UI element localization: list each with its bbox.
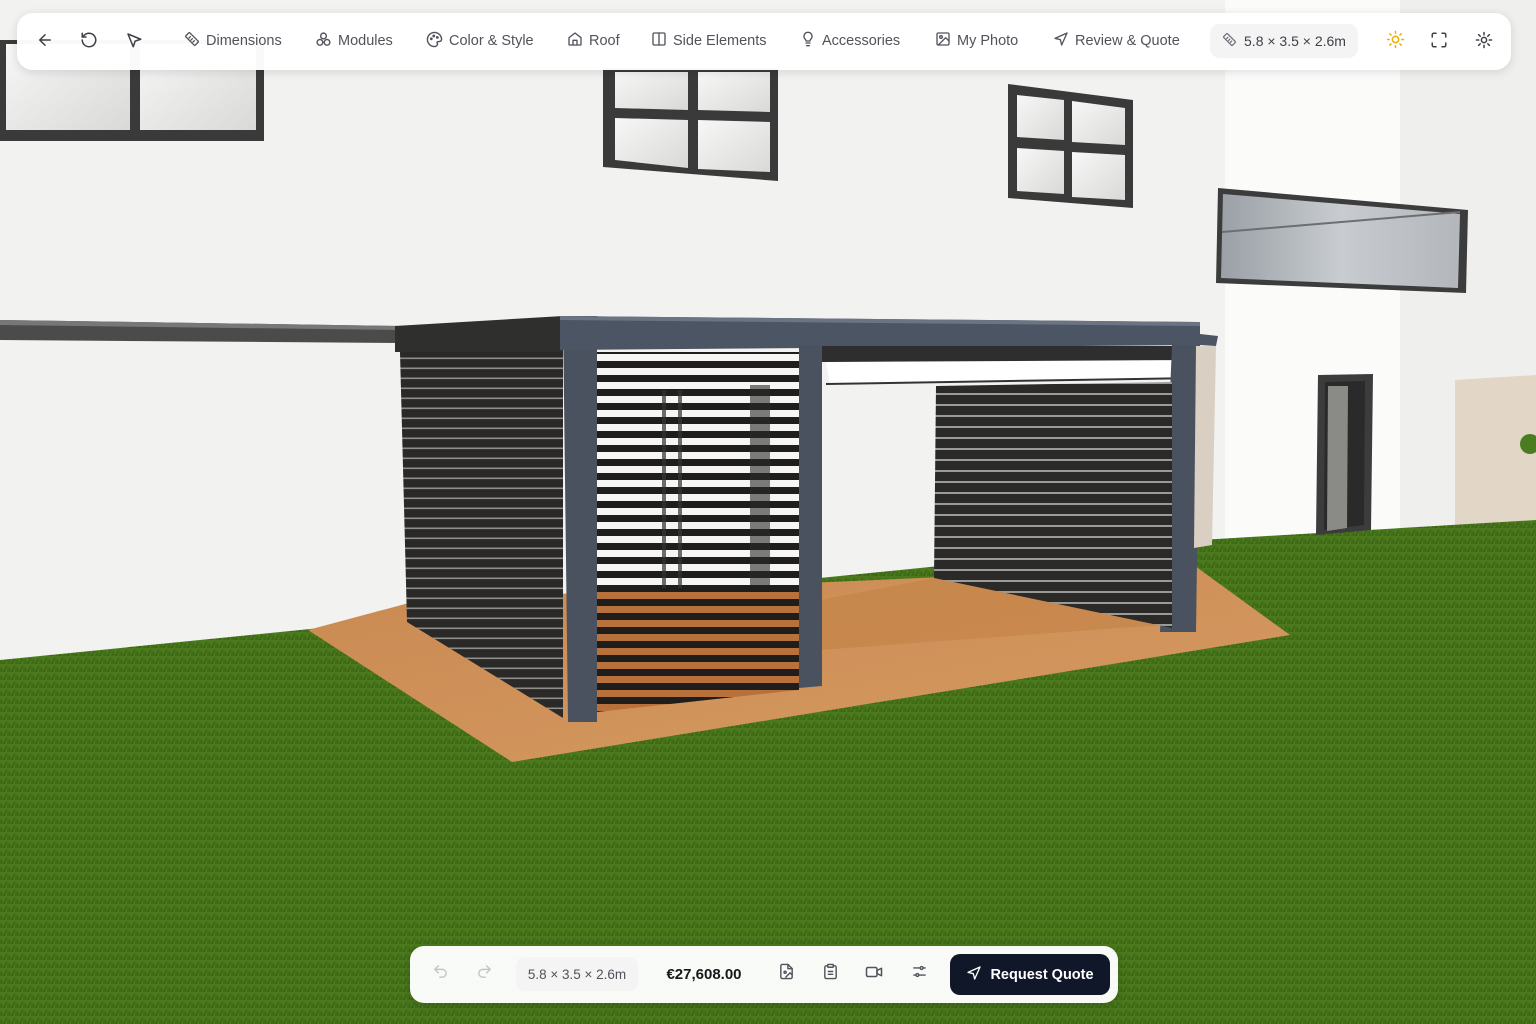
send-icon <box>966 965 982 985</box>
image-icon <box>935 31 951 51</box>
send-icon <box>1053 31 1069 51</box>
rotate-ccw-icon <box>80 31 98 54</box>
nav-modules[interactable]: Modules <box>315 28 393 54</box>
video-button[interactable] <box>860 960 888 988</box>
nav-dimensions[interactable]: Dimensions <box>184 28 282 54</box>
back-button[interactable] <box>30 27 60 57</box>
video-icon <box>865 963 883 986</box>
adjust-button[interactable] <box>905 960 933 988</box>
nav-label: My Photo <box>957 33 1019 49</box>
export-image-button[interactable] <box>772 960 800 988</box>
top-toolbar: Dimensions Modules Color & Style Roof Si… <box>17 13 1511 70</box>
bottom-action-bar: 5.8 × 3.5 × 2.6m €27,608.00 Request Quot… <box>410 946 1118 1003</box>
select-tool-button[interactable] <box>119 27 149 57</box>
home-icon <box>567 31 583 51</box>
dimensions-chip[interactable]: 5.8 × 3.5 × 2.6m <box>1210 24 1358 58</box>
nav-label: Modules <box>338 33 393 49</box>
nav-label: Accessories <box>822 33 901 49</box>
dimensions-value: 5.8 × 3.5 × 2.6m <box>1244 33 1346 49</box>
fullscreen-icon <box>1430 31 1448 54</box>
undo-button[interactable] <box>426 960 454 988</box>
panel-icon <box>651 31 667 51</box>
settings-icon <box>1475 31 1493 54</box>
sun-icon <box>1386 30 1405 54</box>
nav-label: Color & Style <box>449 33 534 49</box>
total-price: €27,608.00 <box>666 965 742 983</box>
file-image-icon <box>778 963 795 985</box>
summary-button[interactable] <box>816 960 844 988</box>
house-door <box>1316 374 1373 535</box>
lighting-button[interactable] <box>1380 27 1410 57</box>
redo-icon <box>476 963 493 985</box>
settings-button[interactable] <box>1469 27 1499 57</box>
undo-icon <box>432 963 449 985</box>
lightbulb-icon <box>800 31 816 51</box>
nav-label: Review & Quote <box>1075 33 1180 49</box>
request-quote-button[interactable]: Request Quote <box>950 954 1110 995</box>
dimensions-summary: 5.8 × 3.5 × 2.6m <box>516 957 638 991</box>
reset-button[interactable] <box>74 27 104 57</box>
arrow-left-icon <box>36 31 54 54</box>
nav-review-quote[interactable]: Review & Quote <box>1053 28 1180 54</box>
boxes-icon <box>315 31 332 52</box>
nav-label: Roof <box>589 33 620 49</box>
nav-color-style[interactable]: Color & Style <box>426 28 534 54</box>
palette-icon <box>426 31 443 52</box>
house-window <box>603 68 778 181</box>
request-quote-label: Request Quote <box>990 966 1094 983</box>
clipboard-icon <box>822 963 839 985</box>
redo-button[interactable] <box>470 960 498 988</box>
nav-label: Dimensions <box>206 33 282 49</box>
nav-roof[interactable]: Roof <box>567 28 620 54</box>
nav-label: Side Elements <box>673 33 767 49</box>
ruler-icon <box>1222 32 1237 50</box>
scene-3d-viewport[interactable] <box>0 0 1536 1024</box>
house-window <box>1008 84 1133 208</box>
sliders-icon <box>911 963 928 985</box>
nav-side-elements[interactable]: Side Elements <box>651 28 767 54</box>
fullscreen-button[interactable] <box>1424 27 1454 57</box>
mouse-pointer-icon <box>125 31 143 54</box>
nav-my-photo[interactable]: My Photo <box>935 28 1018 54</box>
nav-accessories[interactable]: Accessories <box>800 28 900 54</box>
ruler-icon <box>184 31 200 51</box>
